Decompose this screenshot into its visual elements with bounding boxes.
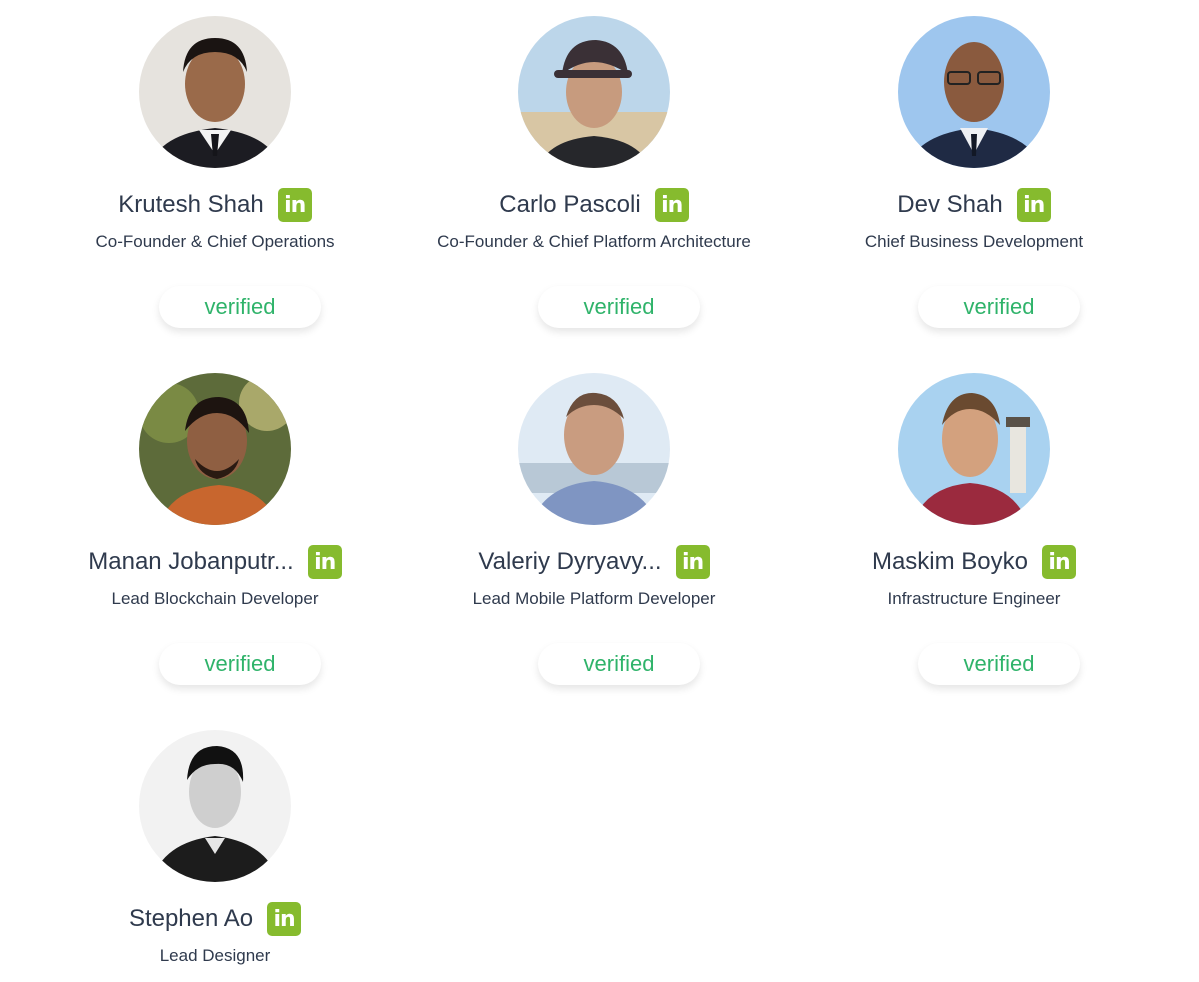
member-title: Co-Founder & Chief Operations bbox=[95, 232, 335, 251]
avatar bbox=[898, 16, 1050, 168]
linkedin-icon[interactable]: in bbox=[307, 545, 342, 579]
linkedin-icon[interactable]: in bbox=[277, 188, 312, 222]
verified-badge: verified bbox=[918, 286, 1080, 328]
team-grid: Krutesh Shah in Co-Founder & Chief Opera… bbox=[0, 0, 1199, 982]
linkedin-icon[interactable]: in bbox=[267, 902, 302, 936]
avatar bbox=[139, 730, 291, 882]
team-member-card: Carlo Pascoli in Co-Founder & Chief Plat… bbox=[404, 0, 784, 340]
linkedin-icon[interactable]: in bbox=[1016, 188, 1051, 222]
team-member-card: Maskim Boyko in Infrastructure Engineer … bbox=[784, 357, 1164, 697]
verified-badge: verified bbox=[918, 643, 1080, 685]
member-title: Infrastructure Engineer bbox=[887, 589, 1061, 608]
member-title: Lead Blockchain Developer bbox=[111, 589, 319, 608]
avatar bbox=[139, 373, 291, 525]
avatar bbox=[898, 373, 1050, 525]
member-name: Manan Jobanputr... bbox=[88, 548, 294, 575]
avatar bbox=[139, 16, 291, 168]
team-member-card: Manan Jobanputr... in Lead Blockchain De… bbox=[25, 357, 405, 697]
linkedin-icon[interactable]: in bbox=[1042, 545, 1077, 579]
team-member-card: Krutesh Shah in Co-Founder & Chief Opera… bbox=[25, 0, 405, 340]
member-title: Lead Designer bbox=[159, 946, 271, 965]
team-member-card: Dev Shah in Chief Business Development v… bbox=[784, 0, 1164, 340]
member-name: Stephen Ao bbox=[128, 905, 254, 932]
verified-badge: verified bbox=[159, 643, 321, 685]
verified-badge: verified bbox=[538, 286, 700, 328]
member-name: Krutesh Shah bbox=[118, 191, 264, 218]
verified-badge: verified bbox=[159, 286, 321, 328]
linkedin-icon[interactable]: in bbox=[654, 188, 689, 222]
team-member-card: Stephen Ao in Lead Designer bbox=[25, 714, 405, 982]
linkedin-icon[interactable]: in bbox=[675, 545, 710, 579]
avatar bbox=[518, 373, 670, 525]
member-name: Valeriy Dyryavy... bbox=[478, 548, 662, 575]
avatar bbox=[518, 16, 670, 168]
member-name: Dev Shah bbox=[897, 191, 1003, 218]
member-title: Chief Business Development bbox=[864, 232, 1084, 251]
member-name: Maskim Boyko bbox=[871, 548, 1029, 575]
member-name: Carlo Pascoli bbox=[499, 191, 641, 218]
team-member-card: Valeriy Dyryavy... in Lead Mobile Platfo… bbox=[404, 357, 784, 697]
verified-badge: verified bbox=[538, 643, 700, 685]
member-title: Co-Founder & Chief Platform Architecture bbox=[437, 232, 751, 251]
member-title: Lead Mobile Platform Developer bbox=[472, 589, 716, 608]
